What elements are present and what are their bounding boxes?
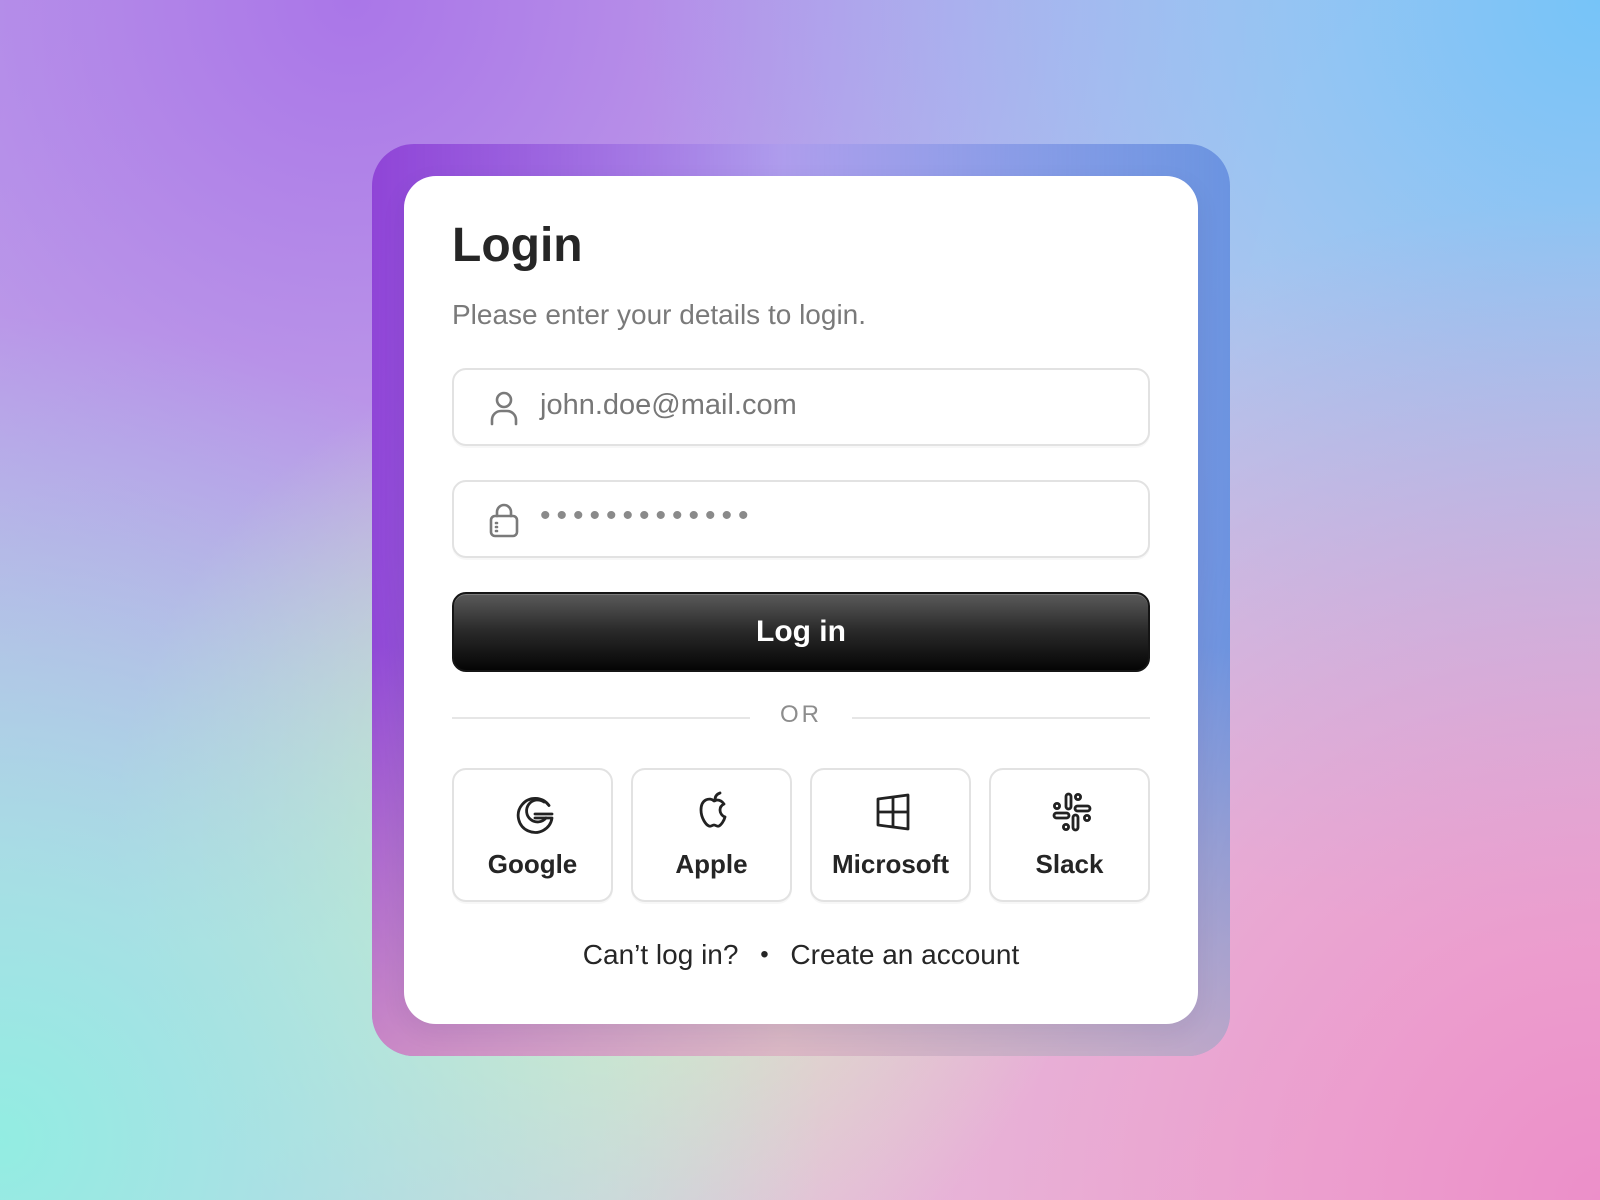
microsoft-login-button[interactable]: Microsoft	[810, 768, 971, 902]
divider-text: OR	[780, 701, 822, 728]
email-field[interactable]: john.doe@mail.com	[452, 368, 1150, 446]
create-account-link[interactable]: Create an account	[790, 939, 1019, 970]
google-label: Google	[487, 849, 578, 879]
cant-login-link[interactable]: Can’t log in?	[583, 939, 739, 970]
google-icon	[513, 790, 557, 834]
microsoft-icon	[871, 790, 915, 834]
login-card: Login Please enter your details to login…	[404, 176, 1198, 1024]
microsoft-label: Microsoft	[832, 849, 949, 879]
apple-label: Apple	[675, 849, 748, 879]
apple-icon	[692, 790, 736, 834]
divider-line-right	[852, 717, 1150, 719]
social-login-buttons: Google Apple Microsoft Slack	[452, 768, 1150, 902]
page-title: Login	[452, 219, 583, 272]
slack-login-button[interactable]: Slack	[989, 768, 1150, 902]
login-help-links: Can’t log in? • Create an account	[404, 939, 1198, 971]
page-subtitle: Please enter your details to login.	[452, 299, 867, 330]
slack-icon	[1050, 790, 1094, 834]
login-button[interactable]: Log in	[452, 592, 1150, 672]
user-icon	[488, 390, 520, 426]
slack-label: Slack	[1035, 849, 1104, 879]
password-field[interactable]: •••••••••••••	[452, 480, 1150, 558]
email-value: john.doe@mail.com	[540, 389, 797, 421]
divider: OR	[452, 701, 1150, 732]
link-separator: •	[760, 941, 769, 968]
google-login-button[interactable]: Google	[452, 768, 613, 902]
apple-login-button[interactable]: Apple	[631, 768, 792, 902]
password-value: •••••••••••••	[540, 499, 755, 532]
lock-icon	[488, 502, 520, 538]
